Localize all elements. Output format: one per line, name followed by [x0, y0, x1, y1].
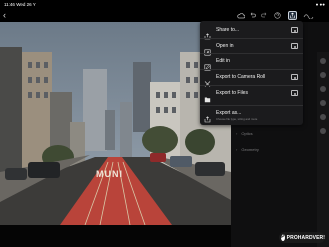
rail-tool-icon[interactable]: [320, 114, 326, 120]
menu-item-open-in[interactable]: Open in: [200, 38, 303, 56]
status-time: 11:46 Wed 26 Y: [4, 1, 36, 7]
export-as-icon: [204, 110, 211, 123]
cloud-icon[interactable]: [236, 11, 245, 20]
back-button[interactable]: ‹: [3, 10, 13, 20]
rail-tool-icon[interactable]: [320, 100, 326, 106]
filmstrip-area: [0, 225, 231, 247]
watermark-text: PROHARDVER!: [286, 234, 325, 241]
open-in-icon: [204, 43, 211, 56]
undo-icon[interactable]: [248, 11, 257, 20]
share-to-icon: [204, 27, 211, 40]
menu-item-label: Export as...: [216, 110, 242, 116]
tool-rail: [317, 52, 329, 247]
rail-tool-icon[interactable]: [320, 72, 326, 78]
menu-item-export-as[interactable]: Export as... Choose file type, sizing an…: [200, 105, 303, 123]
menu-item-export-files[interactable]: Export to Files: [200, 85, 303, 103]
help-icon[interactable]: [273, 11, 282, 20]
folder-icon: [204, 90, 211, 103]
panel-row-geometry[interactable]: › Geometry: [236, 147, 259, 152]
prohardver-watermark: P PROHARDVER!: [279, 232, 325, 243]
menu-item-label: Open in: [216, 43, 234, 49]
status-indicators: ● ●●: [315, 1, 325, 7]
rail-tool-icon[interactable]: [320, 128, 326, 134]
rail-tool-icon[interactable]: [320, 58, 326, 64]
menu-item-edit-in[interactable]: Edit in: [200, 53, 303, 71]
menu-item-export-camera-roll[interactable]: Export to Camera Roll: [200, 69, 303, 87]
menu-item-label: Export to Camera Roll: [216, 74, 266, 80]
top-toolbar: ‹: [0, 8, 329, 22]
rail-tool-icon[interactable]: [320, 86, 326, 92]
edit-in-icon: [204, 58, 211, 71]
chevron-right-icon: ›: [236, 147, 238, 152]
road-text: MUNI: [96, 169, 123, 179]
photo-canvas[interactable]: MUNI: [0, 22, 231, 225]
redo-icon[interactable]: [260, 11, 269, 20]
status-bar: 11:46 Wed 26 Y ● ●●: [0, 0, 329, 8]
more-icon[interactable]: [302, 11, 314, 20]
share-menu: Share to... Open in Edit in Export to Ca…: [200, 21, 303, 125]
menu-item-label: Share to...: [216, 27, 240, 33]
premium-badge-icon: [291, 74, 298, 80]
premium-badge-icon: [291, 90, 298, 96]
menu-item-label: Export to Files: [216, 90, 248, 96]
menu-item-share-to[interactable]: Share to...: [200, 23, 303, 40]
chevron-right-icon: ›: [236, 131, 238, 136]
share-icon[interactable]: [288, 11, 297, 20]
premium-badge-icon: [291, 43, 298, 49]
menu-item-label: Edit in: [216, 58, 230, 64]
prohardver-logo-icon: P: [281, 234, 285, 241]
menu-item-description: Choose file type, sizing and more: [216, 117, 258, 121]
premium-badge-icon: [291, 27, 298, 33]
panel-row-optics[interactable]: › Optics: [236, 131, 253, 136]
street-photo: [0, 22, 231, 225]
camera-roll-icon: [204, 74, 211, 87]
